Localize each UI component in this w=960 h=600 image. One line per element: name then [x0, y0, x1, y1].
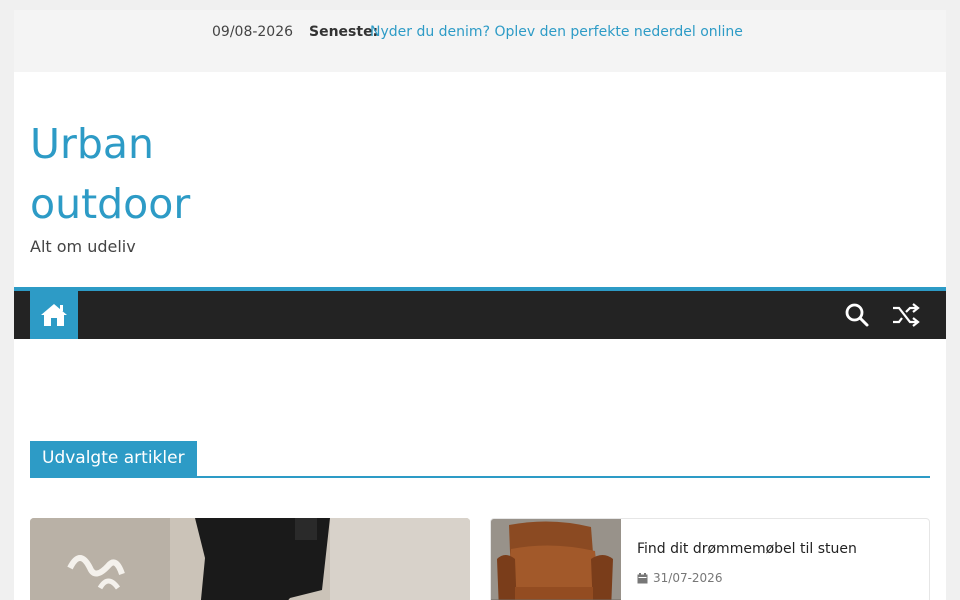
latest-label: Seneste: — [309, 24, 379, 40]
calendar-icon — [637, 572, 648, 583]
search-icon — [845, 303, 869, 327]
search-button[interactable] — [841, 299, 873, 331]
post-thumbnail — [491, 519, 621, 600]
featured-post-image — [30, 518, 470, 600]
site-title-line2: outdoor — [30, 180, 191, 228]
featured-section-title: Udvalgte artikler — [30, 441, 197, 476]
home-button[interactable] — [30, 291, 78, 339]
site-title-line1: Urban — [30, 120, 155, 168]
post-title-link[interactable]: Find dit drømmemøbel til stuen — [637, 541, 857, 557]
site-title[interactable]: Urban outdoor — [30, 114, 290, 234]
latest-news-link[interactable]: Nyder du denim? Oplev den perfekte neder… — [370, 24, 743, 40]
shuffle-icon — [893, 303, 920, 327]
post-date-text: 31/07-2026 — [653, 571, 723, 585]
top-bar: 09/08-2026 Seneste: Nyder du denim? Ople… — [14, 10, 946, 72]
home-icon — [41, 304, 67, 326]
page-container: 09/08-2026 Seneste: Nyder du denim? Ople… — [14, 10, 946, 600]
featured-section-header: Udvalgte artikler — [30, 441, 930, 478]
main-navigation — [14, 287, 946, 339]
current-date: 09/08-2026 — [212, 24, 294, 40]
site-branding: Urban outdoor — [30, 114, 290, 234]
random-post-button[interactable] — [889, 299, 923, 331]
featured-post-small[interactable]: Find dit drømmemøbel til stuen 31/07-202… — [490, 518, 930, 600]
site-tagline: Alt om udeliv — [30, 237, 136, 256]
post-date: 31/07-2026 — [637, 571, 722, 585]
featured-post-large[interactable] — [30, 518, 470, 600]
